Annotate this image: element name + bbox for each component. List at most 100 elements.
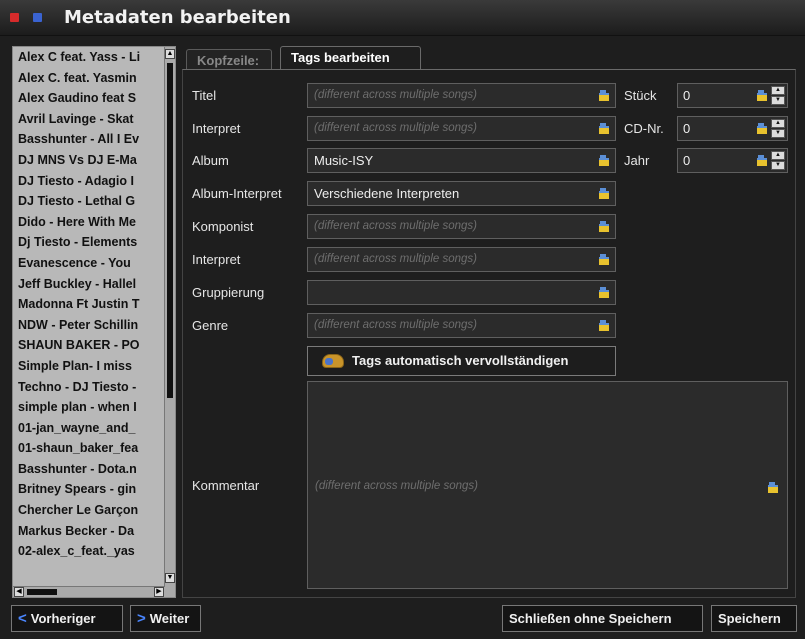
song-list-item[interactable]: Chercher Le Garçon: [13, 500, 165, 521]
year-stepper[interactable]: ▲ ▼: [771, 151, 785, 170]
song-list-item[interactable]: Basshunter - Dota.n: [13, 459, 165, 480]
vertical-scrollbar[interactable]: ▲ ▼: [164, 47, 175, 597]
genre-value: (different across multiple songs): [314, 319, 477, 331]
chevron-down-icon[interactable]: ▼: [771, 96, 785, 105]
year-spinbox[interactable]: 0 ▲ ▼: [677, 148, 788, 173]
interpret-field[interactable]: (different across multiple songs): [307, 116, 616, 141]
folder-icon[interactable]: [599, 287, 609, 298]
interpret2-label: Interpret: [192, 252, 241, 267]
previous-label: Vorheriger: [30, 611, 96, 626]
folder-icon[interactable]: [768, 482, 778, 493]
scroll-thumb[interactable]: [167, 63, 173, 398]
interpret2-field[interactable]: (different across multiple songs): [307, 247, 616, 272]
scroll-left-icon[interactable]: ◀: [14, 587, 24, 597]
comment-label: Kommentar: [192, 478, 260, 493]
window-title: Metadaten bearbeiten: [64, 7, 291, 28]
next-button[interactable]: > Weiter: [130, 605, 201, 632]
genre-label: Genre: [192, 318, 229, 333]
song-list-item[interactable]: 01-shaun_baker_fea: [13, 438, 165, 459]
hscroll-thumb[interactable]: [27, 589, 57, 595]
folder-icon[interactable]: [757, 155, 767, 166]
song-list-item[interactable]: 02-alex_c_feat._yas: [13, 541, 165, 562]
album-interpret-value: Verschiedene Interpreten: [314, 186, 460, 201]
interpret-value: (different across multiple songs): [314, 122, 477, 134]
scroll-right-icon[interactable]: ▶: [154, 587, 164, 597]
track-stepper[interactable]: ▲ ▼: [771, 86, 785, 105]
folder-icon[interactable]: [599, 254, 609, 265]
album-interpret-label: Album-Interpret: [192, 186, 282, 201]
song-list-item[interactable]: Simple Plan- I miss: [13, 356, 165, 377]
song-list-item[interactable]: Dido - Here With Me: [13, 212, 165, 233]
song-list-item[interactable]: DJ Tiesto - Adagio I: [13, 171, 165, 192]
song-list-item[interactable]: Madonna Ft Justin T: [13, 294, 165, 315]
comment-value: (different across multiple songs): [315, 480, 478, 492]
interpret-label: Interpret: [192, 121, 241, 136]
album-value: Music-ISY: [314, 153, 374, 168]
title-value: (different across multiple songs): [314, 89, 477, 101]
track-label: Stück: [624, 88, 657, 103]
title-field[interactable]: (different across multiple songs): [307, 83, 616, 108]
chevron-down-icon[interactable]: ▼: [771, 161, 785, 170]
song-list-item[interactable]: 01-jan_wayne_and_: [13, 418, 165, 439]
cd-label: CD-Nr.: [624, 121, 664, 136]
scroll-up-icon[interactable]: ▲: [165, 49, 175, 59]
composer-field[interactable]: (different across multiple songs): [307, 214, 616, 239]
grouping-field[interactable]: [307, 280, 616, 305]
title-bar: Metadaten bearbeiten: [0, 0, 805, 36]
year-label: Jahr: [624, 153, 650, 168]
autocomplete-label: Tags automatisch vervollständigen: [352, 353, 569, 368]
chevron-up-icon[interactable]: ▲: [771, 119, 785, 128]
folder-icon[interactable]: [757, 90, 767, 101]
close-icon[interactable]: [10, 13, 19, 22]
song-list-item[interactable]: Markus Becker - Da: [13, 521, 165, 542]
next-label: Weiter: [149, 611, 190, 626]
album-field[interactable]: Music-ISY: [307, 148, 616, 173]
chevron-down-icon[interactable]: ▼: [771, 129, 785, 138]
song-list-item[interactable]: NDW - Peter Schillin: [13, 315, 165, 336]
album-interpret-field[interactable]: Verschiedene Interpreten: [307, 181, 616, 206]
chevron-up-icon[interactable]: ▲: [771, 86, 785, 95]
song-list-item[interactable]: Jeff Buckley - Hallel: [13, 274, 165, 295]
title-label: Titel: [192, 88, 217, 103]
scroll-down-icon[interactable]: ▼: [165, 573, 175, 583]
comment-field[interactable]: (different across multiple songs): [307, 381, 788, 589]
song-list-item[interactable]: Dj Tiesto - Elements: [13, 232, 165, 253]
folder-icon[interactable]: [599, 155, 609, 166]
folder-icon[interactable]: [599, 90, 609, 101]
minimize-icon[interactable]: [33, 13, 42, 22]
cd-spinbox[interactable]: 0 ▲ ▼: [677, 116, 788, 141]
song-list-item[interactable]: Alex Gaudino feat S: [13, 88, 165, 109]
song-list-item[interactable]: simple plan - when I: [13, 397, 165, 418]
song-list-item[interactable]: Basshunter - All I Ev: [13, 129, 165, 150]
song-list-item[interactable]: DJ Tiesto - Lethal G: [13, 191, 165, 212]
song-list-item[interactable]: Evanescence - You: [13, 253, 165, 274]
song-list-item[interactable]: Avril Lavinge - Skat: [13, 109, 165, 130]
chevron-up-icon[interactable]: ▲: [771, 151, 785, 160]
composer-label: Komponist: [192, 219, 254, 234]
chevron-right-icon: >: [137, 610, 146, 627]
song-list-item[interactable]: Britney Spears - gin: [13, 479, 165, 500]
song-list-item[interactable]: Alex C. feat. Yasmin: [13, 68, 165, 89]
previous-button[interactable]: < Vorheriger: [11, 605, 123, 632]
folder-icon[interactable]: [599, 123, 609, 134]
tab-copy[interactable]: Kopfzeile:: [186, 49, 272, 70]
tab-tags[interactable]: Tags bearbeiten: [280, 46, 421, 70]
folder-icon[interactable]: [599, 320, 609, 331]
grouping-label: Gruppierung: [192, 285, 265, 300]
horizontal-scrollbar[interactable]: ◀ ▶: [13, 586, 165, 597]
folder-icon[interactable]: [599, 221, 609, 232]
song-list-item[interactable]: SHAUN BAKER - PO: [13, 335, 165, 356]
song-list-item[interactable]: DJ MNS Vs DJ E-Ma: [13, 150, 165, 171]
folder-icon[interactable]: [599, 188, 609, 199]
save-button[interactable]: Speichern: [711, 605, 797, 632]
interpret2-value: (different across multiple songs): [314, 253, 477, 265]
folder-icon[interactable]: [757, 123, 767, 134]
cd-stepper[interactable]: ▲ ▼: [771, 119, 785, 138]
autocomplete-tags-button[interactable]: Tags automatisch vervollständigen: [307, 346, 616, 376]
close-without-save-button[interactable]: Schließen ohne Speichern: [502, 605, 703, 632]
song-list-item[interactable]: Techno - DJ Tiesto -: [13, 377, 165, 398]
track-spinbox[interactable]: 0 ▲ ▼: [677, 83, 788, 108]
song-list[interactable]: Alex C feat. Yass - Li Alex C. feat. Yasm…: [12, 46, 176, 598]
genre-field[interactable]: (different across multiple songs): [307, 313, 616, 338]
song-list-item[interactable]: Alex C feat. Yass - Li: [13, 47, 165, 68]
